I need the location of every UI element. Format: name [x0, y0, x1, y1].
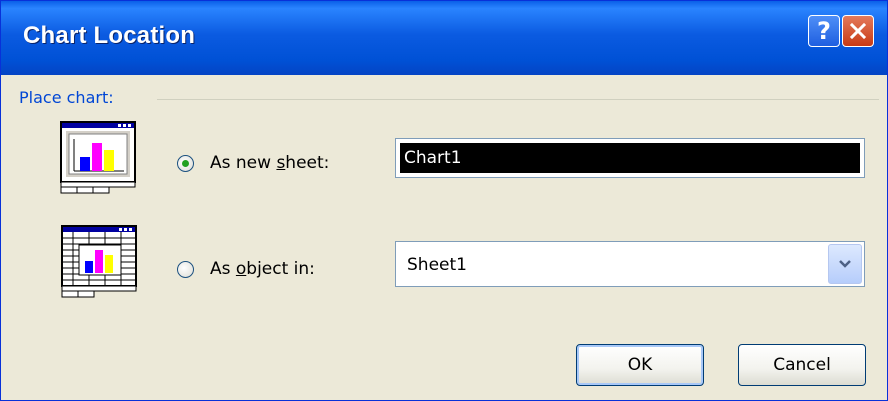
chevron-down-icon [839, 260, 851, 268]
cancel-button[interactable]: Cancel [738, 344, 866, 386]
new-sheet-label[interactable]: As new sheet: [210, 153, 329, 173]
place-chart-group-label: Place chart: [19, 88, 114, 107]
as-object-radio[interactable] [177, 261, 194, 278]
group-divider [157, 99, 879, 100]
ok-button[interactable]: OK [576, 344, 704, 386]
title-bar[interactable]: Chart Location ? [1, 1, 887, 75]
new-sheet-name-field[interactable]: Chart1 [395, 138, 865, 178]
chart-location-dialog: Chart Location ? Place chart: As new she… [0, 0, 888, 401]
as-object-label[interactable]: As object in: [210, 259, 315, 279]
sheet-select[interactable]: Sheet1 [395, 241, 865, 287]
sheet-select-dropdown-button[interactable] [828, 244, 862, 284]
new-sheet-radio[interactable] [177, 155, 194, 172]
new-sheet-name-value: Chart1 [400, 143, 860, 173]
close-button[interactable] [842, 15, 874, 47]
chart-sheet-icon [60, 121, 136, 194]
dialog-title: Chart Location [23, 22, 196, 49]
sheet-select-value: Sheet1 [407, 255, 467, 275]
embedded-chart-icon [61, 225, 137, 298]
close-icon [849, 22, 867, 40]
help-button[interactable]: ? [808, 15, 840, 47]
help-icon: ? [817, 17, 831, 45]
